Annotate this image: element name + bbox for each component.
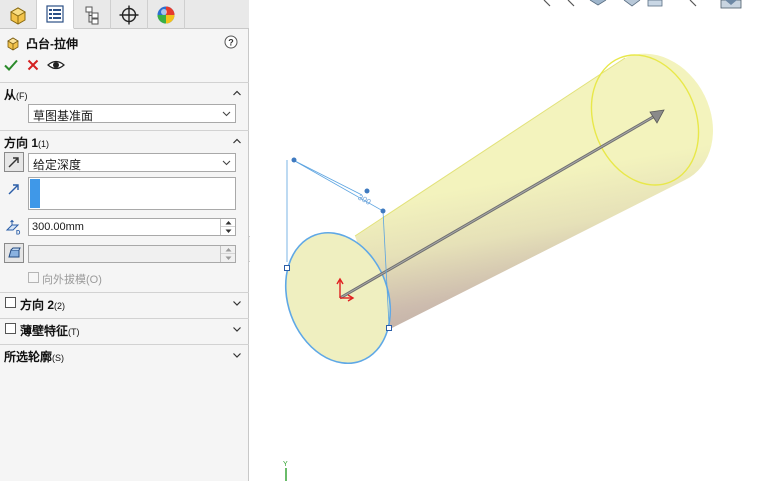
draft-outward-checkbox[interactable]: [28, 272, 39, 283]
chevron-down-icon[interactable]: [232, 298, 242, 308]
model-view: 300 Y: [283, 53, 713, 481]
extruded-boss-icon: [7, 37, 19, 51]
depth-spinner[interactable]: [220, 219, 235, 235]
chevron-down-icon[interactable]: [232, 324, 242, 334]
spin-up-icon[interactable]: [221, 246, 235, 254]
extrude-preview-body[interactable]: [355, 53, 713, 331]
draft-angle-spinner[interactable]: [220, 246, 235, 262]
dimension-value-label[interactable]: 300: [356, 193, 372, 207]
direction-selection-box[interactable]: [28, 177, 236, 210]
section-direction1-header[interactable]: 方向 1(1): [0, 130, 249, 150]
direction-vector-icon: [8, 184, 19, 195]
selection-handle[interactable]: [284, 265, 290, 271]
section-direction1-title: 方向 1(1): [4, 136, 50, 150]
cancel-close-icon[interactable]: [25, 57, 41, 73]
tab-dimxpert-manager[interactable]: [111, 0, 148, 29]
depth-input[interactable]: 300.00mm: [28, 218, 236, 236]
section-thin-feature-title: 薄壁特征(T): [20, 324, 80, 338]
chevron-down-icon[interactable]: [232, 350, 242, 360]
view-orientation-icon[interactable]: [647, 0, 663, 7]
section-thin-feature-header[interactable]: 薄壁特征(T): [0, 318, 249, 338]
view-triad-icon: Y: [283, 461, 288, 481]
section-view-icon[interactable]: [623, 0, 641, 7]
end-condition-value: 给定深度: [33, 158, 82, 172]
help-icon[interactable]: ?: [224, 35, 238, 49]
chevron-down-icon: [222, 111, 231, 117]
spin-up-icon[interactable]: [221, 219, 235, 227]
section-selected-contours-header[interactable]: 所选轮廓(S): [0, 344, 249, 364]
display-manager-icon: [157, 6, 175, 23]
svg-text:Y: Y: [283, 461, 288, 468]
property-manager-header: 凸台-拉伸 ?: [0, 30, 249, 80]
configuration-manager-icon: [85, 6, 99, 24]
feature-title: 凸台-拉伸: [26, 37, 78, 51]
feature-manager-icon: [9, 6, 27, 25]
draft-toggle-button[interactable]: [4, 243, 24, 263]
heads-up-view-toolbar: [543, 0, 742, 9]
section-selected-contours-title: 所选轮廓(S): [4, 350, 65, 364]
draft-icon: [8, 247, 21, 258]
selection-handle[interactable]: [386, 325, 392, 331]
tab-configuration-manager[interactable]: [74, 0, 111, 29]
tab-display-manager[interactable]: [148, 0, 185, 29]
chevron-up-icon[interactable]: [232, 136, 242, 146]
direction2-checkbox[interactable]: [5, 297, 16, 308]
draft-outward-label: 向外拔模(O): [42, 274, 102, 286]
manager-tab-bar: [0, 0, 249, 29]
section-from-title: 从(F): [4, 88, 28, 102]
tab-feature-manager[interactable]: [0, 0, 37, 29]
from-condition-select[interactable]: 草图基准面: [28, 104, 236, 123]
zoom-area-icon[interactable]: [567, 0, 575, 7]
section-direction2-header[interactable]: 方向 2(2): [0, 292, 249, 312]
property-manager-panel: 凸台-拉伸 ? 从(F) 草图基准面 方向 1(1) 给定深度 D 300.00…: [0, 0, 249, 481]
draft-angle-input[interactable]: [28, 245, 236, 263]
svg-text:D: D: [16, 231, 21, 236]
previous-view-icon[interactable]: [589, 0, 607, 6]
preview-eye-icon[interactable]: [47, 57, 65, 73]
svg-text:?: ?: [228, 38, 234, 48]
property-manager-icon: [46, 5, 64, 23]
depth-value: 300.00mm: [32, 221, 84, 233]
from-condition-value: 草图基准面: [33, 109, 94, 123]
dimxpert-icon: [119, 5, 139, 24]
section-direction2-title: 方向 2(2): [20, 298, 66, 312]
selection-focus-bar: [30, 179, 40, 208]
ok-check-icon[interactable]: [3, 57, 19, 73]
section-from-header[interactable]: 从(F): [0, 82, 249, 102]
reverse-direction-icon: [8, 157, 19, 168]
tab-property-manager[interactable]: [37, 0, 74, 29]
reverse-direction-button[interactable]: [4, 152, 24, 172]
display-style-icon[interactable]: [689, 0, 697, 7]
spin-down-icon[interactable]: [221, 227, 235, 235]
chevron-up-icon[interactable]: [232, 88, 242, 98]
chevron-down-icon: [222, 160, 231, 166]
graphics-viewport[interactable]: 300 Y: [250, 0, 761, 481]
zoom-fit-icon[interactable]: [543, 0, 551, 7]
end-condition-select[interactable]: 给定深度: [28, 153, 236, 172]
spin-down-icon[interactable]: [221, 254, 235, 262]
thin-feature-checkbox[interactable]: [5, 323, 16, 334]
depth-icon: D: [5, 219, 21, 235]
